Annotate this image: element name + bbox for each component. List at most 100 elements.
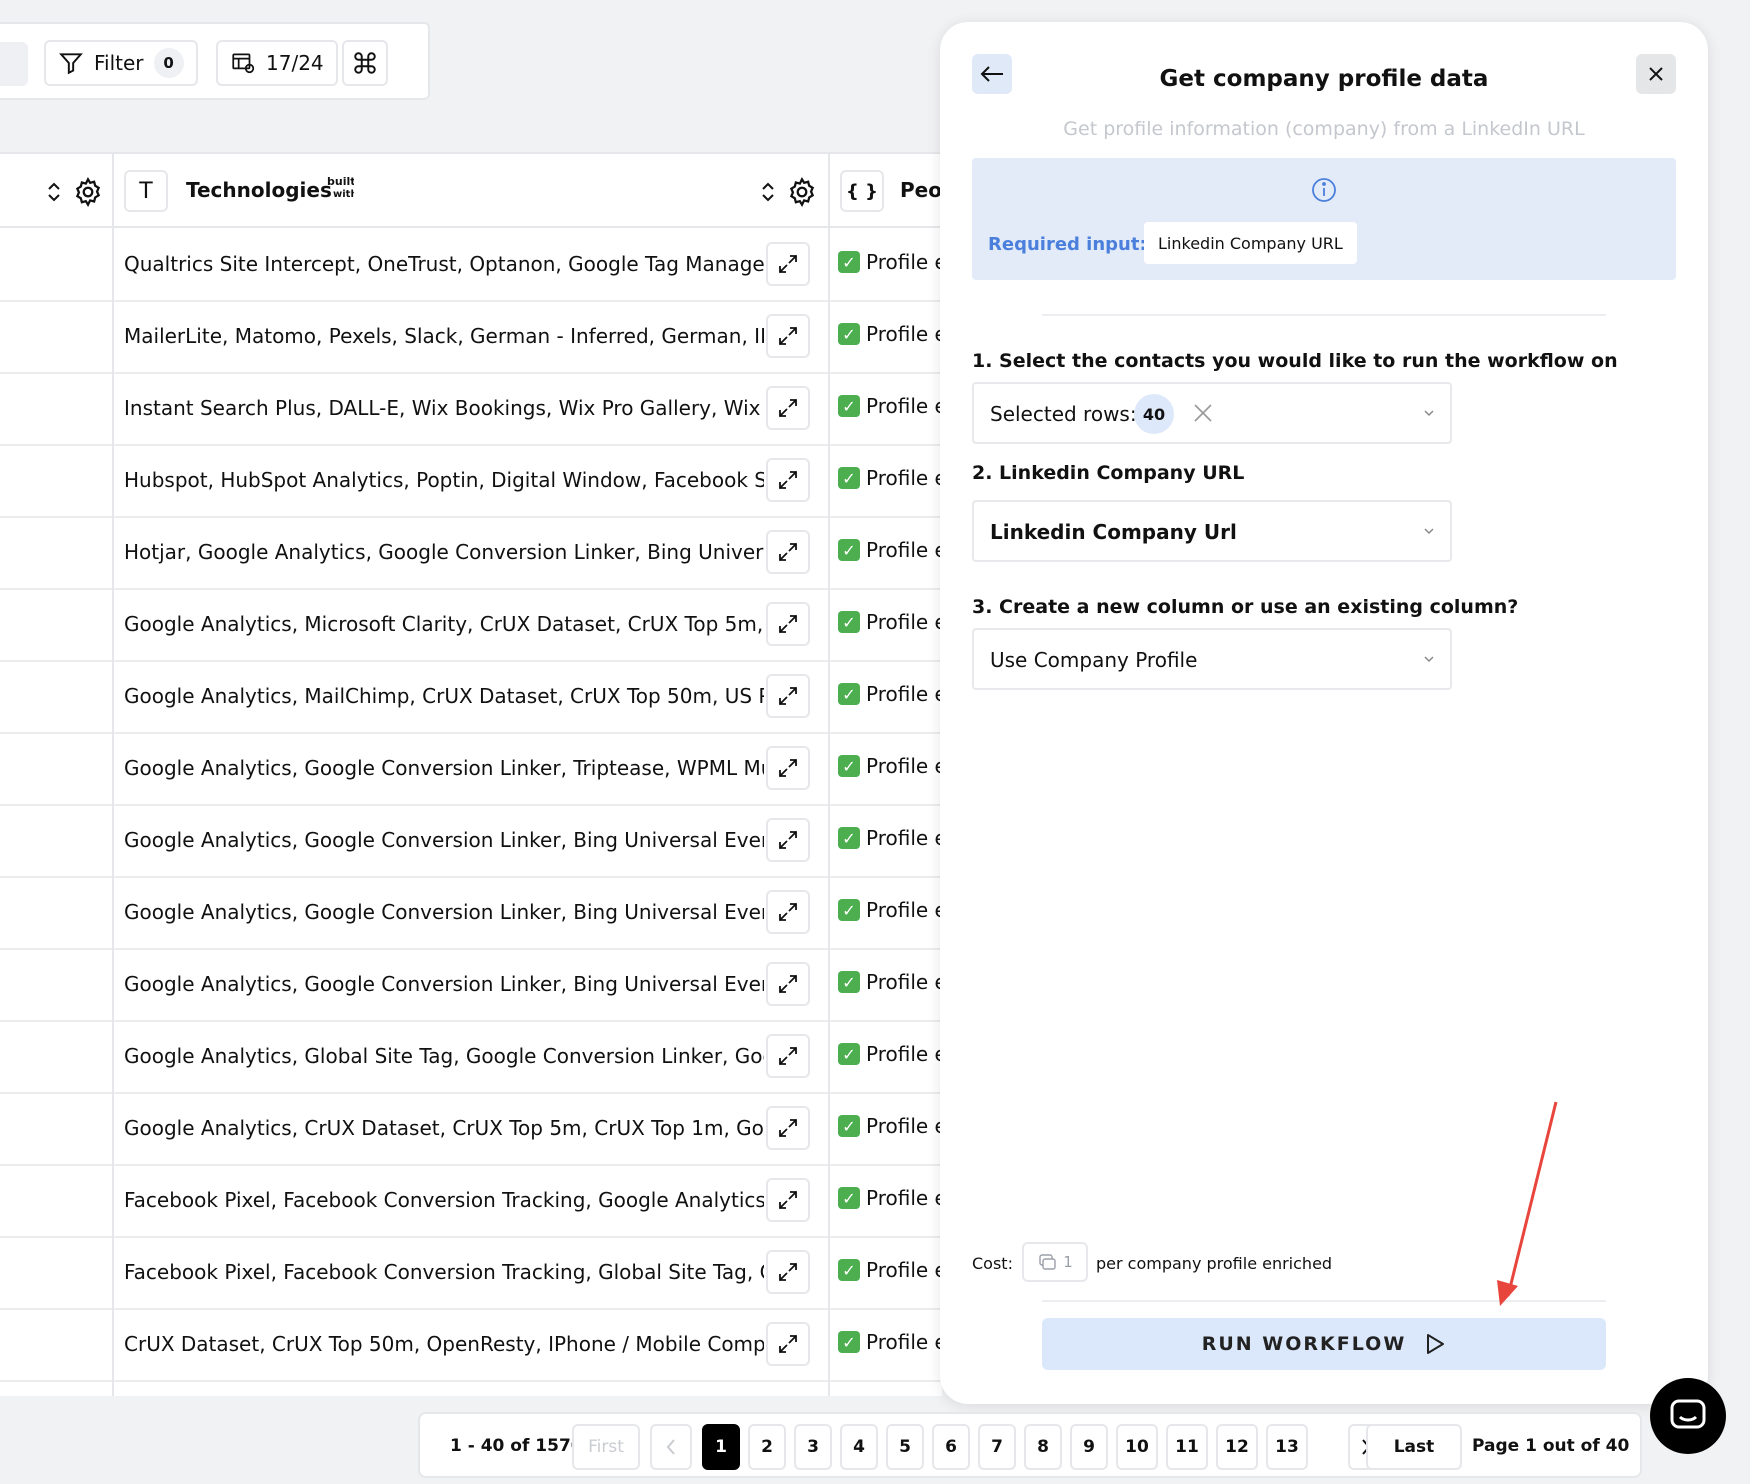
expand-cell-button[interactable]: [766, 1106, 810, 1150]
selected-rows-select[interactable]: Selected rows: 40: [972, 382, 1452, 444]
technologies-cell[interactable]: Google Analytics, Global Site Tag, Googl…: [124, 1044, 764, 1068]
gear-icon[interactable]: [786, 176, 818, 208]
table-row[interactable]: Google Analytics, MailChimp, CrUX Datase…: [0, 662, 942, 734]
page-button-12[interactable]: 12: [1216, 1424, 1258, 1470]
last-page-button[interactable]: Last: [1366, 1424, 1462, 1470]
people-cell[interactable]: ✓ Profile e: [838, 754, 942, 778]
page-button-4[interactable]: 4: [840, 1424, 878, 1470]
people-cell[interactable]: ✓ Profile e: [838, 322, 942, 346]
expand-cell-button[interactable]: [766, 242, 810, 286]
expand-cell-button[interactable]: [766, 962, 810, 1006]
people-cell[interactable]: ✓ Profile e: [838, 610, 942, 634]
expand-cell-button[interactable]: [766, 386, 810, 430]
chat-launcher-button[interactable]: [1650, 1378, 1726, 1454]
people-cell[interactable]: ✓ Profile e: [838, 682, 942, 706]
table-row[interactable]: Hotjar, Google Analytics, Google Convers…: [0, 518, 942, 590]
table-row[interactable]: MailerLite, Matomo, Pexels, Slack, Germa…: [0, 302, 942, 374]
expand-cell-button[interactable]: [766, 746, 810, 790]
people-column-header[interactable]: Peop: [900, 178, 942, 202]
expand-cell-button[interactable]: [766, 530, 810, 574]
table-row[interactable]: Google Analytics, Google Conversion Link…: [0, 950, 942, 1022]
people-cell[interactable]: ✓ Profile e: [838, 1330, 942, 1354]
run-workflow-button[interactable]: RUN WORKFLOW: [1042, 1318, 1606, 1370]
page-button-11[interactable]: 11: [1166, 1424, 1208, 1470]
expand-cell-button[interactable]: [766, 602, 810, 646]
technologies-cell[interactable]: Hotjar, Google Analytics, Google Convers…: [124, 540, 764, 564]
filter-button[interactable]: Filter 0: [44, 40, 198, 86]
expand-cell-button[interactable]: [766, 314, 810, 358]
expand-cell-button[interactable]: [766, 1034, 810, 1078]
people-cell[interactable]: ✓ Profile e: [838, 1114, 942, 1138]
page-button-9[interactable]: 9: [1070, 1424, 1108, 1470]
expand-cell-button[interactable]: [766, 890, 810, 934]
technologies-cell[interactable]: Instant Search Plus, DALL-E, Wix Booking…: [124, 396, 764, 420]
table-row[interactable]: Qualtrics Site Intercept, OneTrust, Opta…: [0, 230, 942, 302]
people-cell[interactable]: ✓ Profile e: [838, 826, 942, 850]
technologies-cell[interactable]: Facebook Pixel, Facebook Conversion Trac…: [124, 1260, 764, 1284]
table-row[interactable]: Google Analytics, CrUX Dataset, CrUX Top…: [0, 1094, 942, 1166]
table-row[interactable]: CrUX Dataset, CrUX Top 50m, OpenResty, I…: [0, 1310, 942, 1382]
expand-cell-button[interactable]: [766, 818, 810, 862]
command-button[interactable]: [342, 40, 388, 86]
technologies-cell[interactable]: Google Analytics, Google Conversion Link…: [124, 828, 764, 852]
people-cell[interactable]: ✓ Profile e: [838, 898, 942, 922]
close-button[interactable]: [1636, 54, 1676, 94]
technologies-cell[interactable]: Google Analytics, CrUX Dataset, CrUX Top…: [124, 1116, 764, 1140]
table-row[interactable]: Google Analytics, Google Conversion Link…: [0, 878, 942, 950]
gear-icon[interactable]: [72, 176, 104, 208]
people-cell[interactable]: ✓ Profile e: [838, 250, 942, 274]
sort-icon[interactable]: [758, 180, 778, 204]
technologies-cell[interactable]: Google Analytics, MailChimp, CrUX Datase…: [124, 684, 764, 708]
people-cell[interactable]: ✓ Profile e: [838, 1258, 942, 1282]
technologies-cell[interactable]: CrUX Dataset, CrUX Top 50m, OpenResty, I…: [124, 1332, 764, 1356]
people-cell[interactable]: ✓ Profile e: [838, 1186, 942, 1210]
page-button-8[interactable]: 8: [1024, 1424, 1062, 1470]
output-column-select[interactable]: Use Company Profile: [972, 628, 1452, 690]
table-row[interactable]: Instant Search Plus, DALL-E, Wix Booking…: [0, 374, 942, 446]
linkedin-url-column-select[interactable]: Linkedin Company Url: [972, 500, 1452, 562]
expand-cell-button[interactable]: [766, 1322, 810, 1366]
technologies-cell[interactable]: Google Analytics, Google Conversion Link…: [124, 756, 764, 780]
page-button-1[interactable]: 1: [702, 1424, 740, 1470]
expand-cell-button[interactable]: [766, 1178, 810, 1222]
page-button-2[interactable]: 2: [748, 1424, 786, 1470]
table-row[interactable]: Google Analytics, Microsoft Clarity, CrU…: [0, 590, 942, 662]
technologies-cell[interactable]: MailerLite, Matomo, Pexels, Slack, Germa…: [124, 324, 764, 348]
people-cell[interactable]: ✓ Profile e: [838, 466, 942, 490]
technologies-cell[interactable]: Qualtrics Site Intercept, OneTrust, Opta…: [124, 252, 764, 276]
first-page-button[interactable]: First: [572, 1424, 640, 1470]
people-cell-text: Profile e: [866, 754, 942, 778]
table-row[interactable]: Google Analytics, Google Conversion Link…: [0, 734, 942, 806]
sort-icon[interactable]: [44, 180, 64, 204]
table-row[interactable]: Google Analytics, Google Conversion Link…: [0, 806, 942, 878]
page-button-5[interactable]: 5: [886, 1424, 924, 1470]
technologies-cell[interactable]: Google Analytics, Google Conversion Link…: [124, 972, 764, 996]
table-row[interactable]: Google Analytics, Global Site Tag, Googl…: [0, 1022, 942, 1094]
check-icon: ✓: [838, 683, 860, 705]
people-cell[interactable]: ✓ Profile e: [838, 394, 942, 418]
table-row[interactable]: Facebook Pixel, Facebook Conversion Trac…: [0, 1238, 942, 1310]
people-cell[interactable]: ✓ Profile e: [838, 538, 942, 562]
expand-cell-button[interactable]: [766, 1250, 810, 1294]
table-row[interactable]: Facebook Pixel, Facebook Conversion Trac…: [0, 1166, 942, 1238]
table-row[interactable]: Hubspot, HubSpot Analytics, Poptin, Digi…: [0, 446, 942, 518]
expand-cell-button[interactable]: [766, 458, 810, 502]
technologies-column-header[interactable]: Technologies: [186, 178, 332, 202]
people-cell[interactable]: ✓ Profile e: [838, 970, 942, 994]
page-button-13[interactable]: 13: [1266, 1424, 1308, 1470]
clear-selection-icon[interactable]: [1192, 402, 1214, 424]
technologies-cell[interactable]: Google Analytics, Microsoft Clarity, CrU…: [124, 612, 764, 636]
page-button-3[interactable]: 3: [794, 1424, 832, 1470]
page-button-6[interactable]: 6: [932, 1424, 970, 1470]
page-button-7[interactable]: 7: [978, 1424, 1016, 1470]
expand-cell-button[interactable]: [766, 674, 810, 718]
page-button-10[interactable]: 10: [1116, 1424, 1158, 1470]
toolbar-partial-button[interactable]: [0, 42, 28, 86]
people-cell[interactable]: ✓ Profile e: [838, 1042, 942, 1066]
technologies-cell[interactable]: Hubspot, HubSpot Analytics, Poptin, Digi…: [124, 468, 764, 492]
columns-visibility-button[interactable]: 17/24: [216, 40, 338, 86]
check-icon: ✓: [838, 323, 860, 345]
technologies-cell[interactable]: Google Analytics, Google Conversion Link…: [124, 900, 764, 924]
prev-page-button[interactable]: [650, 1424, 692, 1470]
technologies-cell[interactable]: Facebook Pixel, Facebook Conversion Trac…: [124, 1188, 764, 1212]
